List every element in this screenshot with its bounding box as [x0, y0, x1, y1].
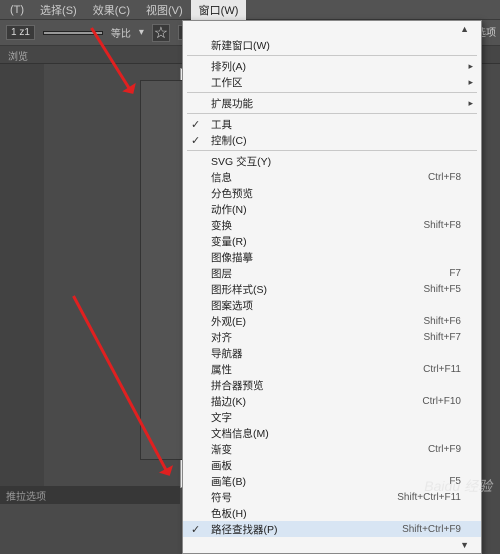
submenu-arrow-icon: ▸ — [468, 98, 473, 109]
menu-window[interactable]: 窗口(W) — [191, 0, 247, 20]
opacity-slider[interactable] — [43, 31, 103, 35]
menu-variables[interactable]: 变量(R) — [183, 233, 481, 249]
menu-new-window[interactable]: 新建窗口(W) — [183, 37, 481, 53]
window-menu-dropdown: ▲ 新建窗口(W) 排列(A)▸ 工作区▸ 扩展功能▸ ✓工具 ✓控制(C) S… — [182, 20, 482, 554]
menu-brushes[interactable]: 画笔(B)F5 — [183, 473, 481, 489]
menu-graphic-styles[interactable]: 图形样式(S)Shift+F5 — [183, 281, 481, 297]
menu-svg-interactivity[interactable]: SVG 交互(Y) — [183, 153, 481, 169]
menu-flattener-preview[interactable]: 拼合器预览 — [183, 377, 481, 393]
menu-separations-preview[interactable]: 分色预览 — [183, 185, 481, 201]
submenu-arrow-icon: ▸ — [468, 77, 473, 88]
menu-stroke[interactable]: 描边(K)Ctrl+F10 — [183, 393, 481, 409]
menu-extensions[interactable]: 扩展功能▸ — [183, 95, 481, 111]
menu-type[interactable]: 文字 — [183, 409, 481, 425]
left-dock — [0, 64, 44, 504]
menu-select[interactable]: 选择(S) — [32, 0, 85, 20]
check-icon: ✓ — [191, 523, 200, 536]
menu-control[interactable]: ✓控制(C) — [183, 132, 481, 148]
menu-appearance[interactable]: 外观(E)Shift+F6 — [183, 313, 481, 329]
toolbox-panel[interactable] — [140, 80, 184, 460]
stroke-select[interactable]: 1 z1 — [6, 25, 35, 40]
check-icon: ✓ — [191, 134, 200, 147]
star-tool-icon[interactable]: ☆ — [152, 24, 170, 42]
menu-actions[interactable]: 动作(N) — [183, 201, 481, 217]
menu-workspace[interactable]: 工作区▸ — [183, 74, 481, 90]
menu-align[interactable]: 对齐Shift+F7 — [183, 329, 481, 345]
menu-info[interactable]: 信息Ctrl+F8 — [183, 169, 481, 185]
menu-transform[interactable]: 变换Shift+F8 — [183, 217, 481, 233]
menu-swatches[interactable]: 色板(H) — [183, 505, 481, 521]
menu-symbols[interactable]: 符号Shift+Ctrl+F11 — [183, 489, 481, 505]
separator — [187, 150, 477, 151]
menubar: (T) 选择(S) 效果(C) 视图(V) 窗口(W) — [0, 0, 500, 20]
menu-effect[interactable]: 效果(C) — [85, 0, 138, 20]
menu-document-info[interactable]: 文档信息(M) — [183, 425, 481, 441]
check-icon: ✓ — [191, 118, 200, 131]
separator — [187, 55, 477, 56]
scroll-down[interactable]: ▼ — [183, 537, 481, 553]
submenu-arrow-icon: ▸ — [468, 61, 473, 72]
separator — [187, 113, 477, 114]
menu-gradient[interactable]: 渐变Ctrl+F9 — [183, 441, 481, 457]
menu-image-trace[interactable]: 图像描摹 — [183, 249, 481, 265]
menu-pathfinder[interactable]: ✓路径查找器(P)Shift+Ctrl+F9 — [183, 521, 481, 537]
menu-artboards[interactable]: 画板 — [183, 457, 481, 473]
separator — [187, 92, 477, 93]
menu-tools[interactable]: ✓工具 — [183, 116, 481, 132]
menu-arrange[interactable]: 排列(A)▸ — [183, 58, 481, 74]
scroll-up[interactable]: ▲ — [183, 21, 481, 37]
menu-layers[interactable]: 图层F7 — [183, 265, 481, 281]
menu-pattern-options[interactable]: 图案选项 — [183, 297, 481, 313]
menu-t[interactable]: (T) — [2, 2, 32, 18]
menu-view[interactable]: 视图(V) — [138, 0, 191, 20]
menu-navigator[interactable]: 导航器 — [183, 345, 481, 361]
slider-label: 等比 — [111, 25, 131, 40]
chevron-down-icon[interactable]: ▾ — [139, 27, 144, 38]
status-bar: 推拉选项 — [0, 486, 180, 504]
menu-attributes[interactable]: 属性Ctrl+F11 — [183, 361, 481, 377]
